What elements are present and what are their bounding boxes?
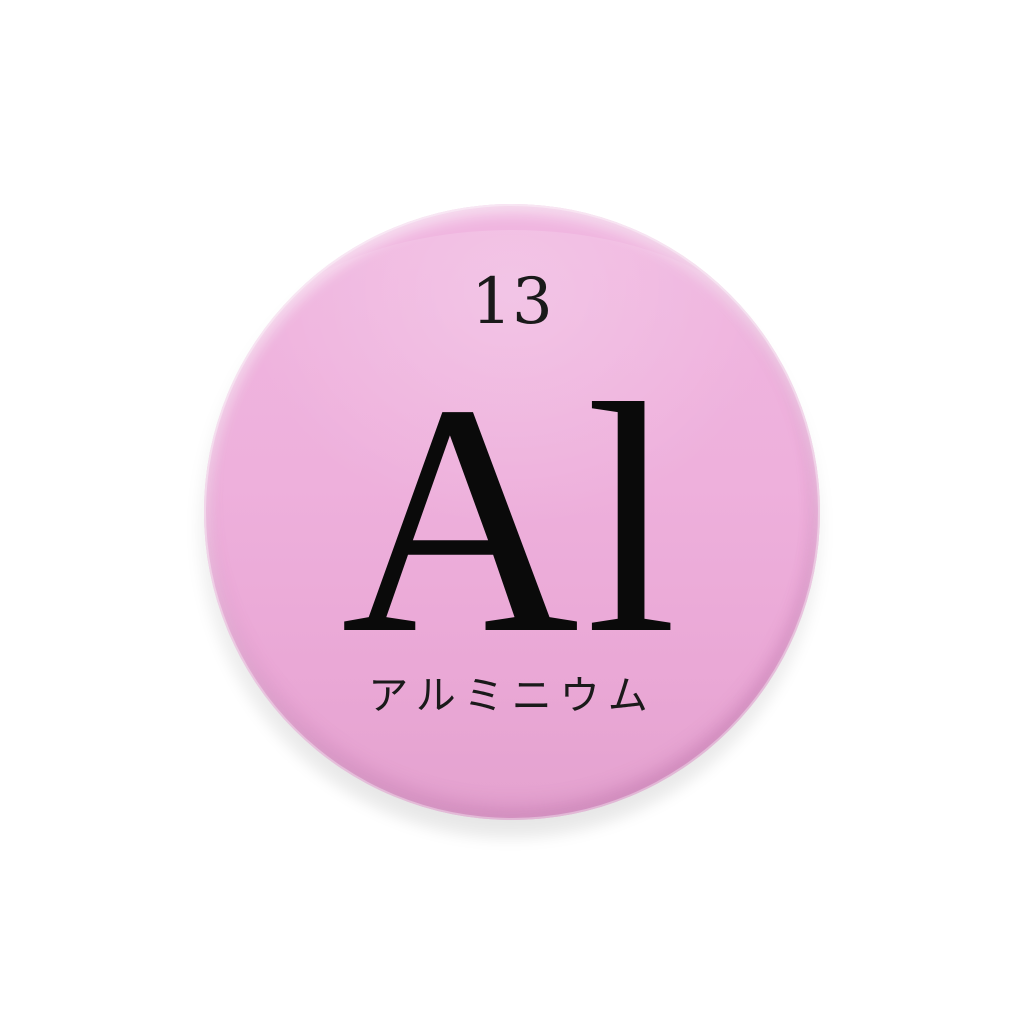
element-name: アルミニウム: [368, 673, 656, 719]
element-symbol: Al: [341, 337, 683, 702]
canvas: 13 Al アルミニウム: [0, 0, 1024, 1024]
atomic-number: 13: [471, 265, 553, 339]
